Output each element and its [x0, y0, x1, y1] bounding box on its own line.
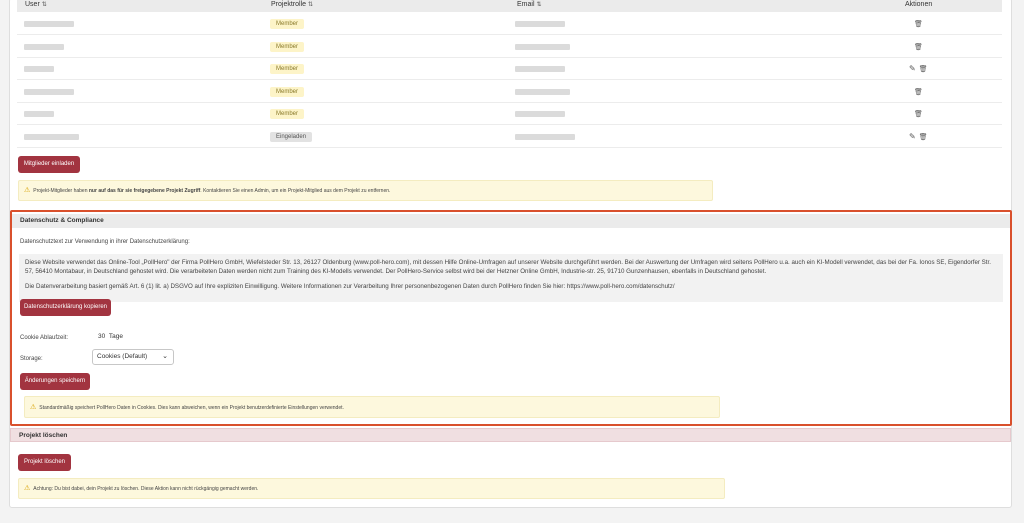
role-badge: Member [270, 86, 305, 97]
row-actions: 🗑 [914, 109, 926, 118]
privacy-intro-label: Datenschutztext zur Verwendung in ihrer … [20, 239, 190, 245]
user-name-redacted [24, 21, 74, 27]
cookie-expiry-input[interactable]: 30 Tage [92, 329, 130, 345]
member-row: Eingeladen ✎ 🗑 [17, 126, 1002, 148]
storage-select[interactable]: Cookies (Default) ⌄ [92, 349, 174, 365]
row-actions: ✎ 🗑 [909, 132, 931, 141]
members-table-header: User ⇅ Projektrolle ⇅ Email ⇅ Aktionen [17, 0, 1002, 12]
email-redacted [515, 133, 575, 140]
email-redacted [515, 43, 570, 50]
email-redacted [515, 88, 570, 95]
storage-notice: ⚠ Standardmäßig speichert PollHero Daten … [24, 396, 720, 418]
warning-icon: ⚠ [24, 187, 31, 194]
privacy-paragraph-2: Die Datenverarbeitung basiert gemäß Art.… [25, 283, 675, 290]
row-actions: 🗑 [914, 42, 926, 51]
trash-icon[interactable]: 🗑 [914, 44, 923, 51]
member-row: Member 🗑 [17, 81, 1002, 103]
delete-notice: ⚠ Achtung: Du bist dabei, dein Projekt zu… [18, 478, 725, 499]
cookie-expiry-label: Cookie Ablaufzeit: [20, 335, 69, 341]
sort-icon: ⇅ [536, 2, 542, 8]
privacy-compliance-section: Datenschutz & Compliance Datenschutztext… [10, 210, 1012, 426]
email-redacted [515, 66, 565, 72]
user-name-redacted [24, 43, 64, 50]
cookie-unit: Tage [108, 333, 123, 340]
email-redacted [515, 111, 565, 117]
delete-project-button[interactable]: Projekt löschen [18, 454, 71, 471]
role-badge: Member [270, 64, 305, 74]
member-row: Member 🗑 [17, 36, 1002, 58]
storage-label: Storage: [20, 356, 43, 362]
edit-icon[interactable]: ✎ [909, 132, 916, 141]
user-name-redacted [24, 133, 79, 140]
member-row: Member ✎ 🗑 [17, 58, 1002, 80]
column-role[interactable]: Projektrolle ⇅ [271, 1, 313, 8]
role-badge: Member [270, 41, 305, 52]
role-badge: Member [270, 109, 305, 119]
user-name-redacted [24, 88, 74, 95]
chevron-down-icon: ⌄ [162, 353, 168, 360]
column-user[interactable]: User ⇅ [25, 1, 47, 8]
sort-icon: ⇅ [41, 2, 47, 8]
column-email[interactable]: Email ⇅ [517, 1, 542, 8]
privacy-paragraph-1: Diese Website verwendet das Online-Tool … [25, 259, 991, 275]
member-row: Member 🗑 [17, 13, 1002, 35]
sort-icon: ⇅ [308, 2, 313, 8]
edit-icon[interactable]: ✎ [909, 64, 916, 73]
trash-icon[interactable]: 🗑 [919, 134, 928, 141]
delete-project-section-title: Projekt löschen [10, 428, 1011, 442]
role-badge: Eingeladen [270, 131, 313, 142]
row-actions: 🗑 [914, 19, 926, 28]
trash-icon[interactable]: 🗑 [919, 66, 928, 73]
warning-icon: ⚠ [24, 485, 31, 492]
user-name-redacted [24, 111, 54, 117]
member-row: Member 🗑 [17, 103, 1002, 125]
privacy-text-box: Diese Website verwendet das Online-Tool … [19, 254, 1003, 302]
privacy-section-title: Datenschutz & Compliance [12, 214, 1010, 228]
save-changes-button[interactable]: Änderungen speichern [20, 373, 90, 390]
trash-icon[interactable]: 🗑 [914, 111, 923, 118]
warning-icon: ⚠ [30, 404, 37, 411]
copy-privacy-button[interactable]: Datenschutzerklärung kopieren [20, 299, 111, 316]
column-actions: Aktionen [905, 1, 933, 8]
email-redacted [515, 21, 565, 27]
trash-icon[interactable]: 🗑 [914, 89, 923, 96]
trash-icon[interactable]: 🗑 [914, 21, 923, 28]
user-name-redacted [24, 66, 54, 72]
row-actions: ✎ 🗑 [909, 64, 931, 73]
role-badge: Member [270, 19, 305, 29]
members-notice: ⚠ Projekt-Mitglieder haben nur auf das fü… [18, 180, 713, 201]
row-actions: 🗑 [914, 87, 926, 96]
invite-members-button[interactable]: Mitglieder einladen [18, 156, 80, 173]
